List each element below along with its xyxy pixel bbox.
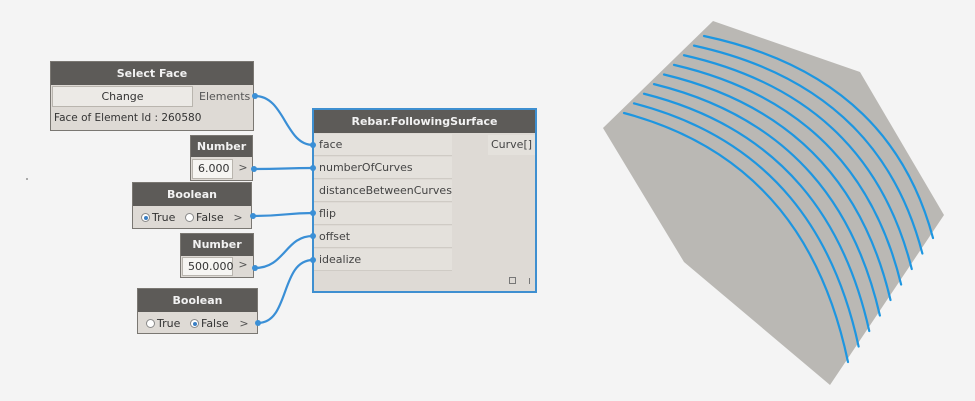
rebar-curve	[652, 83, 881, 317]
wire-idealize	[257, 258, 314, 325]
surface-face	[603, 21, 944, 385]
rebar-curve	[632, 102, 860, 348]
input-port-flip[interactable]: flip	[314, 203, 452, 225]
select-face-node[interactable]: Select Face Change Elements Face of Elem…	[50, 61, 254, 131]
true-label: True	[157, 317, 181, 330]
wire-face	[254, 94, 314, 147]
number-output-port[interactable]: >	[234, 258, 252, 271]
node-title: Number	[191, 136, 252, 157]
rebar-curves	[622, 34, 935, 364]
false-label: False	[196, 211, 224, 224]
boolean-output-port[interactable]: >	[229, 211, 247, 224]
wire-number-of-curves	[253, 166, 314, 171]
false-radio[interactable]	[190, 319, 199, 328]
number-node[interactable]: Number 500.000 >	[180, 233, 254, 278]
curves-output-port[interactable]: Curve[]	[488, 135, 536, 155]
number-input[interactable]: 6.000	[192, 159, 233, 179]
rebar-curve	[622, 111, 850, 364]
true-radio[interactable]	[146, 319, 155, 328]
input-port-idealize[interactable]: idealize	[314, 249, 452, 271]
number-output-port[interactable]: >	[234, 161, 252, 174]
node-title: Boolean	[133, 183, 251, 206]
input-port-number-of-curves[interactable]: numberOfCurves	[314, 157, 452, 179]
boolean-node[interactable]: Boolean True False >	[132, 182, 252, 229]
rebar-curve	[692, 44, 924, 255]
wire-offset	[254, 234, 314, 270]
rebar-curve	[702, 34, 935, 240]
node-title: Select Face	[51, 62, 253, 85]
preview-toggle-icon[interactable]	[509, 277, 516, 284]
input-port-offset[interactable]: offset	[314, 226, 452, 248]
rebar-curve	[672, 63, 903, 286]
elements-output-port[interactable]: Elements	[199, 90, 250, 103]
rebar-curve	[682, 54, 913, 271]
rebar-curve	[662, 73, 892, 302]
rebar-curve	[642, 92, 871, 333]
canvas-dot	[26, 178, 28, 180]
false-label: False	[201, 317, 229, 330]
number-input[interactable]: 500.000	[182, 257, 234, 276]
node-title: Rebar.FollowingSurface	[314, 110, 535, 133]
number-node[interactable]: Number 6.000 >	[190, 135, 253, 181]
node-title: Boolean	[138, 289, 257, 312]
node-title: Number	[181, 234, 253, 256]
wire-flip	[252, 211, 314, 218]
resize-grip-icon[interactable]	[529, 278, 530, 284]
input-port-distance-between-curves[interactable]: distanceBetweenCurves	[314, 180, 452, 202]
false-radio[interactable]	[185, 213, 194, 222]
boolean-node[interactable]: Boolean True False >	[137, 288, 258, 334]
true-radio[interactable]	[141, 213, 150, 222]
selection-status: Face of Element Id : 260580	[54, 112, 202, 124]
change-button[interactable]: Change	[52, 86, 193, 107]
input-port-face[interactable]: face	[314, 134, 452, 156]
true-label: True	[152, 211, 176, 224]
boolean-output-port[interactable]: >	[235, 317, 253, 330]
rebar-following-surface-node[interactable]: Rebar.FollowingSurface face numberOfCurv…	[312, 108, 537, 293]
